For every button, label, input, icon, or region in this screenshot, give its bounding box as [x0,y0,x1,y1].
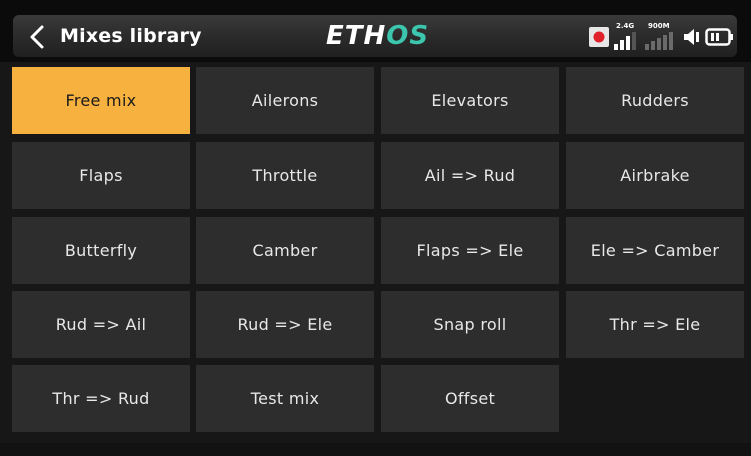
chevron-left-icon [30,25,44,49]
title-bar: Mixes library ETHOS 2.4G 900M [0,0,751,62]
mix-tile[interactable]: Thr => Rud [12,365,190,432]
volume-icon[interactable] [682,27,702,47]
mix-tile-label: Offset [444,389,496,408]
status-icons: 2.4G 900M [588,22,738,52]
mix-tile[interactable]: Test mix [196,365,374,432]
page-title: Mixes library [60,25,202,47]
mix-tile[interactable]: Rudders [566,67,744,134]
mix-tile[interactable]: Butterfly [12,217,190,284]
mix-tile[interactable]: Ail => Rud [381,142,559,209]
mix-tile[interactable]: Rud => Ail [12,291,190,358]
mix-tile-label: Flaps => Ele [416,241,524,260]
mix-tile-label: Rudders [621,91,689,110]
record-icon[interactable] [588,26,610,48]
brand-logo-part2: OS [386,21,430,51]
mix-tile-label: Ailerons [251,91,319,110]
mix-tile[interactable]: Flaps => Ele [381,217,559,284]
mix-tile-label: Elevators [431,91,509,110]
mix-tile[interactable]: Throttle [196,142,374,209]
mix-tile[interactable]: Rud => Ele [196,291,374,358]
mix-tile-label: Camber [252,241,318,260]
battery-icon[interactable] [705,27,735,47]
mix-tile-label: Ele => Camber [590,241,720,260]
mix-tile-label: Flaps [79,166,123,185]
mix-tile-label: Throttle [252,166,318,185]
mix-tile-label: Thr => Ele [609,315,701,334]
brand-logo: ETHOS [326,22,429,50]
telemetry-signal-icon[interactable]: 900M [644,22,678,52]
telemetry-label: 900M [648,22,670,30]
mix-tile[interactable]: Offset [381,365,559,432]
mix-tile[interactable]: Free mix [12,67,190,134]
mix-tile-label: Rud => Ele [237,315,333,334]
brand-logo-part1: ETH [326,21,387,51]
mix-tile[interactable]: Flaps [12,142,190,209]
back-button[interactable] [20,20,54,54]
mix-tile-label: Butterfly [64,241,138,260]
mixes-grid: Free mix Ailerons Elevators Rudders Flaps Thr… [12,67,744,438]
mix-tile[interactable]: Elevators [381,67,559,134]
mix-tile[interactable]: Snap roll [381,291,559,358]
mix-tile-label: Ail => Rud [424,166,516,185]
mix-tile-label: Rud => Ail [55,315,147,334]
mix-tile[interactable]: Ele => Camber [566,217,744,284]
mix-tile-label: Airbrake [620,166,690,185]
rf-label: 2.4G [616,22,635,30]
bottom-strip [0,443,751,456]
mix-tile-label: Free mix [65,91,137,110]
mix-tile[interactable]: Camber [196,217,374,284]
mix-tile[interactable]: Ailerons [196,67,374,134]
mix-tile-label: Test mix [250,389,320,408]
mix-tile[interactable]: Airbrake [566,142,744,209]
mix-tile[interactable]: Thr => Ele [566,291,744,358]
mix-tile-label: Thr => Rud [52,389,150,408]
screen: Mixes library ETHOS 2.4G 900M Free mix A… [0,0,751,456]
rf-signal-icon[interactable]: 2.4G [613,22,639,52]
mix-tile-label: Snap roll [433,315,507,334]
